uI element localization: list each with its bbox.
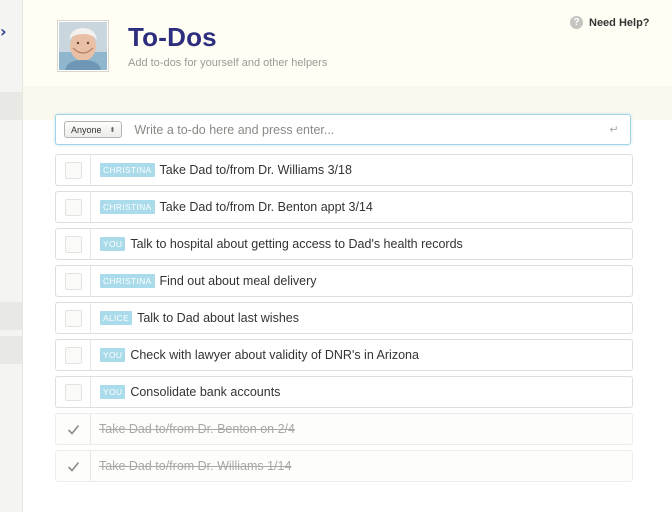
assignee-select[interactable]: Anyone ⬍: [64, 121, 123, 138]
checkbox-checked[interactable]: [66, 422, 81, 437]
assignee-tag: YOU: [100, 348, 126, 362]
todo-row[interactable]: YOU Check with lawyer about validity of D…: [55, 339, 633, 371]
completed-todo-row[interactable]: Take Dad to/from Dr. Benton on 2/4: [55, 413, 633, 445]
todo-checkbox-cell[interactable]: [56, 192, 91, 222]
background-band: [0, 302, 22, 330]
todo-row[interactable]: YOU Talk to hospital about getting access…: [55, 228, 633, 260]
todo-text: Take Dad to/from Dr. Williams 3/18: [159, 163, 352, 177]
todo-text: Consolidate bank accounts: [130, 385, 281, 399]
page-subtitle: Add to-dos for yourself and other helper…: [128, 57, 328, 69]
assignee-tag: YOU: [100, 385, 126, 399]
checkmark-icon: [67, 424, 79, 435]
checkbox[interactable]: [64, 198, 82, 216]
assignee-select-value: Anyone: [71, 124, 102, 135]
todo-checkbox-cell[interactable]: [56, 414, 91, 444]
todo-text: Take Dad to/from Dr. Benton appt 3/14: [159, 200, 373, 214]
todo-input[interactable]: [132, 121, 604, 138]
checkbox[interactable]: [64, 309, 82, 327]
question-circle-icon: ?: [570, 16, 583, 29]
todo-text: Check with lawyer about validity of DNR'…: [130, 348, 419, 362]
todo-composer: Anyone ⬍ ↵: [55, 114, 631, 145]
assignee-tag: CHRISTINA: [100, 163, 155, 177]
assignee-tag: CHRISTINA: [100, 274, 155, 288]
todo-text: Talk to Dad about last wishes: [137, 311, 299, 325]
background-band: [0, 92, 22, 120]
avatar: [57, 20, 109, 72]
todo-text: Talk to hospital about getting access to…: [130, 237, 463, 251]
todos-header: To-Dos Add to-dos for yourself and other…: [23, 0, 672, 87]
checkbox[interactable]: [64, 383, 82, 401]
checkbox-checked[interactable]: [66, 459, 81, 474]
todo-checkbox-cell[interactable]: [56, 451, 91, 481]
todo-text: Take Dad to/from Dr. Benton on 2/4: [99, 422, 295, 436]
todo-row[interactable]: ALICE Talk to Dad about last wishes: [55, 302, 633, 334]
todo-checkbox-cell[interactable]: [56, 266, 91, 296]
todo-checkbox-cell[interactable]: [56, 377, 91, 407]
background-nav-glyph: ›: [0, 22, 7, 41]
todo-checkbox-cell[interactable]: [56, 155, 91, 185]
page-title: To-Dos: [128, 22, 217, 52]
todo-checkbox-cell[interactable]: [56, 303, 91, 333]
completed-todo-row[interactable]: Take Dad to/from Dr. Williams 1/14: [55, 450, 633, 482]
todo-row[interactable]: CHRISTINA Take Dad to/from Dr. Benton app…: [55, 191, 633, 223]
todo-checkbox-cell[interactable]: [56, 340, 91, 370]
select-caret-icon: ⬍: [109, 126, 116, 134]
todo-list: CHRISTINA Take Dad to/from Dr. Williams 3…: [55, 154, 633, 487]
checkmark-icon: [67, 461, 79, 472]
todo-row[interactable]: CHRISTINA Take Dad to/from Dr. Williams 3…: [55, 154, 633, 186]
need-help-label: Need Help?: [589, 16, 650, 29]
checkbox[interactable]: [64, 235, 82, 253]
enter-icon: ↵: [609, 123, 619, 136]
assignee-tag: ALICE: [100, 311, 133, 325]
todo-text: Find out about meal delivery: [159, 274, 317, 288]
assignee-tag: YOU: [100, 237, 126, 251]
todos-panel: To-Dos Add to-dos for yourself and other…: [22, 0, 672, 512]
todo-checkbox-cell[interactable]: [56, 229, 91, 259]
need-help-link[interactable]: ? Need Help?: [570, 16, 650, 29]
assignee-tag: CHRISTINA: [100, 200, 155, 214]
avatar-photo-icon: [59, 22, 107, 70]
todo-row[interactable]: YOU Consolidate bank accounts: [55, 376, 633, 408]
todo-row[interactable]: CHRISTINA Find out about meal delivery: [55, 265, 633, 297]
background-page-edge: ›: [0, 0, 22, 512]
checkbox[interactable]: [64, 346, 82, 364]
checkbox[interactable]: [64, 272, 82, 290]
todo-text: Take Dad to/from Dr. Williams 1/14: [99, 459, 292, 473]
checkbox[interactable]: [64, 161, 82, 179]
background-band: [0, 336, 22, 364]
